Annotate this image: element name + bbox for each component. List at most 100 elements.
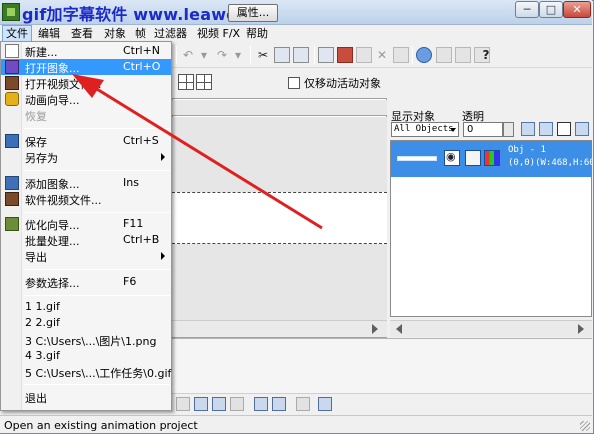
close-button[interactable]: ✕ — [563, 1, 591, 18]
color-palette-icon[interactable] — [484, 150, 500, 166]
menu-item-label: 软件视频文件... — [25, 194, 102, 207]
animation-preview-icon[interactable] — [455, 47, 471, 63]
menu-item-label: 2 2.gif — [25, 316, 60, 329]
menu-item-label: 5 C:\Users\...\工作任务\0.gif — [25, 367, 172, 380]
menu-video-fx[interactable]: 视频 F/X — [194, 25, 243, 42]
menu-item-label: 打开视频文件... — [25, 78, 102, 91]
menu-item-recent-3[interactable]: 3 C:\Users\...\图片\1.png — [1, 332, 171, 348]
optimize-icon[interactable] — [436, 47, 452, 63]
menu-item-label: 3 C:\Users\...\图片\1.png — [25, 335, 157, 348]
canvas-horizontal-scrollbar[interactable] — [172, 320, 387, 337]
lock-toggle[interactable] — [465, 150, 481, 166]
menu-item-batch[interactable]: 批量处理... Ctrl+B — [1, 232, 171, 248]
menu-item-recent-5[interactable]: 5 C:\Users\...\工作任务\0.gif — [1, 364, 171, 380]
object-properties-icon[interactable] — [356, 47, 372, 63]
redo-icon[interactable]: ↷ — [214, 47, 230, 63]
insert-frame-icon[interactable] — [194, 397, 208, 411]
menu-item-recent-4[interactable]: 4 3.gif — [1, 348, 171, 364]
frame-export-icon[interactable] — [318, 397, 332, 411]
menu-filter[interactable]: 过滤器 — [151, 25, 190, 42]
submenu-arrow-icon — [161, 153, 165, 161]
chevron-down-icon[interactable] — [450, 128, 456, 132]
cut-icon[interactable]: ✂ — [255, 47, 271, 63]
frame-nav-icon[interactable] — [176, 397, 190, 411]
delete-frame-icon[interactable] — [230, 397, 244, 411]
menu-item-add-image[interactable]: 添加图象... Ins — [1, 175, 171, 191]
menu-item-label: 1 1.gif — [25, 300, 60, 313]
menu-item-exit[interactable]: 退出 — [1, 389, 171, 405]
objects-select[interactable]: All Objects — [391, 122, 459, 137]
menu-item-optimize-wizard[interactable]: 优化向导... F11 — [1, 216, 171, 232]
menu-item-shortcut: F6 — [123, 275, 137, 288]
menu-file[interactable]: 文件 — [2, 25, 32, 42]
object-thumbnail — [397, 156, 437, 161]
add-frame-icon[interactable] — [393, 47, 409, 63]
undo-icon[interactable]: ↶ — [180, 47, 196, 63]
browser-preview-icon[interactable] — [416, 47, 432, 63]
visibility-eye-icon[interactable] — [444, 150, 460, 166]
menu-frame[interactable]: 帧 — [132, 25, 149, 42]
menu-item-label: 参数选择... — [25, 277, 80, 290]
frame-icon[interactable] — [318, 47, 334, 63]
delete-object-icon[interactable] — [557, 122, 571, 136]
opacity-spinner[interactable] — [503, 122, 514, 137]
delete-icon[interactable]: ✕ — [374, 47, 390, 63]
menu-item-recent-2[interactable]: 2 2.gif — [1, 315, 171, 331]
scroll-right-icon[interactable] — [578, 324, 584, 334]
move-active-only-checkbox[interactable] — [288, 77, 300, 89]
title-bar: gif加字幕软件 www.leawo.cn ─ □ ✕ — [0, 0, 592, 25]
submenu-arrow-icon — [161, 252, 165, 260]
new-file-icon — [5, 44, 19, 58]
menu-item-save[interactable]: 保存 Ctrl+S — [1, 133, 171, 149]
duplicate-frame-icon[interactable] — [212, 397, 226, 411]
scroll-right-icon[interactable] — [372, 324, 378, 334]
menu-item-save-as[interactable]: 另存为 — [1, 149, 171, 165]
menu-item-shortcut: Ctrl+B — [123, 233, 160, 246]
grid-icon[interactable] — [178, 74, 194, 90]
menu-bar: 文件 编辑 查看 对象 帧 过滤器 视频 F/X 帮助 — [0, 25, 592, 42]
menu-separator — [24, 384, 170, 385]
menu-item-open-video[interactable]: 打开视频文件... — [1, 75, 171, 91]
paste-icon[interactable] — [293, 47, 309, 63]
move-frame-right-icon[interactable] — [272, 397, 286, 411]
resize-grip-icon[interactable] — [580, 421, 590, 431]
maximize-button[interactable]: □ — [539, 1, 563, 18]
menu-separator — [24, 212, 170, 213]
menu-object[interactable]: 对象 — [101, 25, 129, 42]
objects-horizontal-scrollbar[interactable] — [390, 320, 592, 337]
help-pointer-icon[interactable]: ? — [478, 47, 494, 63]
undo-dropdown-icon[interactable]: ▾ — [196, 47, 212, 63]
copy-icon[interactable] — [274, 47, 290, 63]
grid-snap-icon[interactable] — [196, 74, 212, 90]
minimize-button[interactable]: ─ — [515, 1, 539, 18]
add-image-icon — [5, 176, 19, 190]
menu-item-animation-wizard[interactable]: 动画向导... — [1, 91, 171, 107]
menu-item-shortcut: Ctrl+S — [123, 134, 159, 147]
menu-item-open-image[interactable]: 打开图象... Ctrl+O — [1, 59, 171, 75]
redo-dropdown-icon[interactable]: ▾ — [230, 47, 246, 63]
menu-item-new[interactable]: 新建... Ctrl+N — [1, 43, 171, 59]
toolbar-separator — [314, 46, 315, 64]
menu-view[interactable]: 查看 — [68, 25, 96, 42]
toolbar-separator — [250, 46, 251, 64]
add-object-icon[interactable] — [521, 122, 535, 136]
duplicate-object-icon[interactable] — [539, 122, 553, 136]
menu-edit[interactable]: 编辑 — [35, 25, 63, 42]
menu-item-recent-1[interactable]: 1 1.gif — [1, 299, 171, 315]
move-frame-left-icon[interactable] — [254, 397, 268, 411]
frame-tool-icon[interactable] — [296, 397, 310, 411]
opacity-input[interactable]: 0 — [463, 122, 503, 137]
menu-help[interactable]: 帮助 — [243, 25, 271, 42]
menu-separator — [24, 269, 170, 270]
frame-properties-icon[interactable] — [337, 47, 353, 63]
object-properties-icon[interactable] — [575, 122, 589, 136]
properties-button[interactable]: 属性... — [228, 4, 278, 22]
menu-item-video-file[interactable]: 软件视频文件... — [1, 191, 171, 207]
optimize-wizard-icon — [5, 217, 19, 231]
menu-item-preferences[interactable]: 参数选择... F6 — [1, 274, 171, 290]
menu-item-export[interactable]: 导出 — [1, 248, 171, 264]
scroll-left-icon[interactable] — [396, 324, 402, 334]
menu-item-shortcut: Ctrl+O — [123, 60, 161, 73]
menu-separator — [24, 295, 170, 296]
frame-preview[interactable] — [172, 192, 387, 244]
